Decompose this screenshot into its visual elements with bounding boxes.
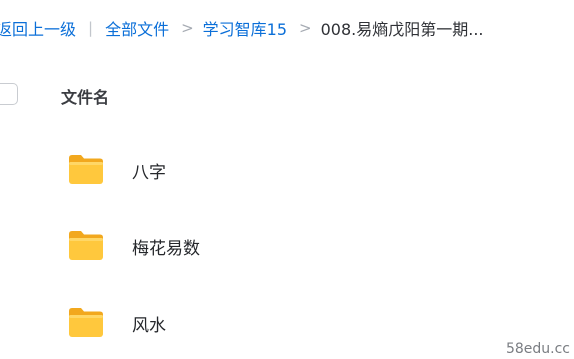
breadcrumb-divider: |: [88, 19, 94, 37]
folder-icon: [69, 231, 103, 260]
folder-icon: [69, 308, 103, 337]
back-link[interactable]: 返回上一级: [0, 16, 76, 40]
folder-icon: [69, 155, 103, 184]
file-name[interactable]: 梅花易数: [132, 234, 200, 259]
breadcrumb-separator: >: [299, 19, 312, 37]
breadcrumb-all-files[interactable]: 全部文件: [105, 16, 169, 40]
watermark: 58edu.cc: [505, 341, 570, 357]
name-column-header[interactable]: 文件名: [61, 84, 109, 108]
breadcrumb-current: 008.易熵戊阳第一期...: [320, 20, 484, 39]
file-name[interactable]: 风水: [132, 311, 166, 336]
file-name[interactable]: 八字: [132, 158, 166, 183]
breadcrumb: 返回上一级 | 全部文件 > 学习智库15 > 008.易熵戊阳第一期...: [0, 13, 484, 43]
list-header: 文件名: [0, 80, 574, 110]
file-browser: 返回上一级 | 全部文件 > 学习智库15 > 008.易熵戊阳第一期... 文…: [0, 0, 574, 359]
file-row[interactable]: 梅花易数: [0, 220, 574, 270]
select-all-checkbox[interactable]: [0, 83, 18, 105]
file-row[interactable]: 八字: [0, 144, 574, 194]
breadcrumb-folder[interactable]: 学习智库15: [203, 16, 287, 40]
file-row[interactable]: 风水: [0, 297, 574, 347]
breadcrumb-separator: >: [181, 19, 194, 37]
